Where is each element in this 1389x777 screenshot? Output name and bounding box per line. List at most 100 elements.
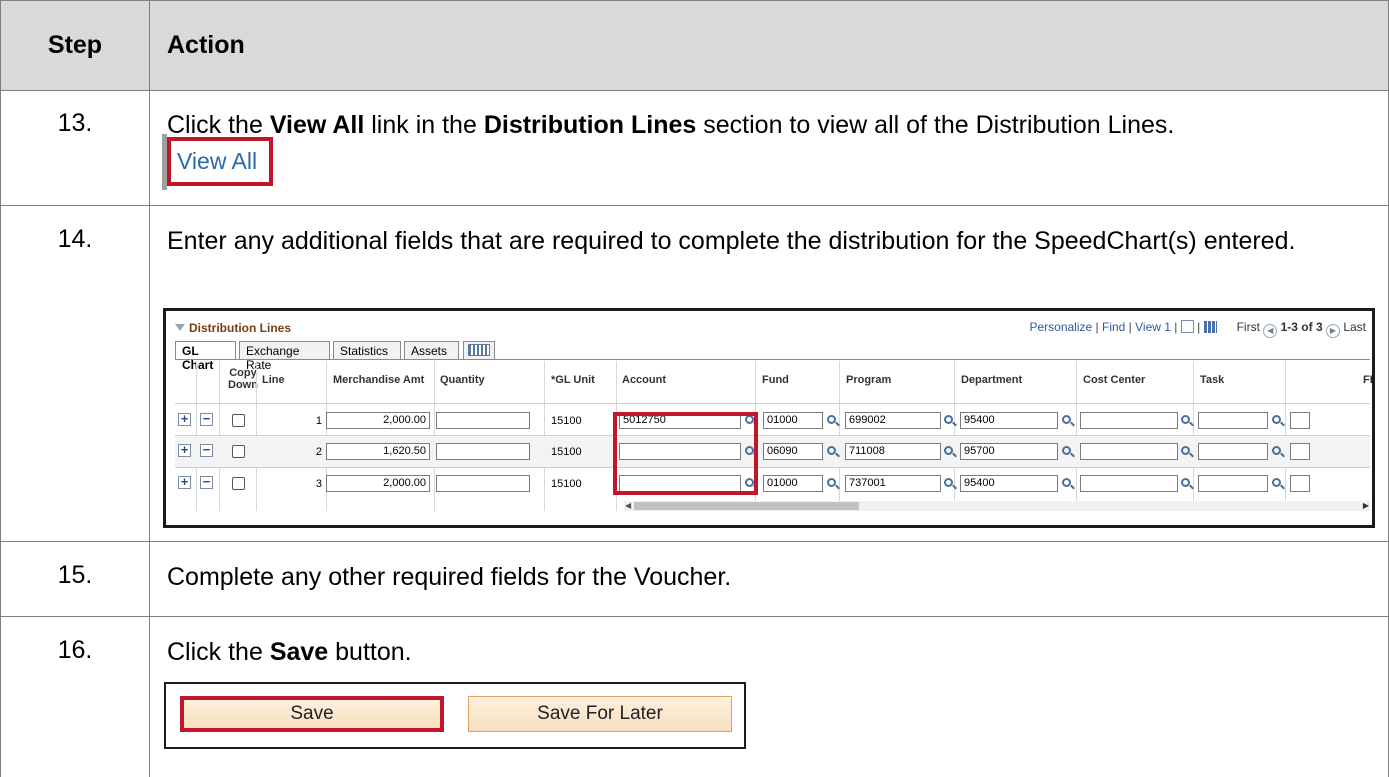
- new-window-icon[interactable]: [1180, 320, 1194, 333]
- department-lookup-icon[interactable]: [1062, 478, 1071, 487]
- scroll-left-icon[interactable]: ◀: [625, 501, 631, 510]
- program-lookup-icon[interactable]: [944, 446, 953, 455]
- account-column-highlight: [613, 412, 758, 495]
- scrollbar-thumb[interactable]: [634, 502, 859, 510]
- task-lookup-icon[interactable]: [1272, 415, 1281, 424]
- line-number: 3: [315, 478, 322, 490]
- cost-center-input[interactable]: [1080, 443, 1178, 460]
- find-link[interactable]: Find: [1102, 320, 1125, 334]
- step-instruction: Click the Save button.: [167, 636, 1374, 668]
- task-input[interactable]: [1198, 412, 1268, 429]
- save-for-later-button[interactable]: Save For Later: [468, 696, 732, 732]
- copy-down-checkbox[interactable]: [232, 414, 245, 427]
- quantity-input[interactable]: [436, 443, 530, 460]
- line-number: 1: [315, 415, 322, 427]
- save-button[interactable]: Save: [180, 696, 444, 732]
- view-all-link-highlight[interactable]: View All: [167, 137, 273, 186]
- instruction-bold: Distribution Lines: [483, 111, 697, 139]
- cost-center-lookup-icon[interactable]: [1181, 478, 1190, 487]
- header-text: Down: [228, 379, 258, 391]
- merchandise-amt-input[interactable]: 2,000.00: [326, 475, 430, 492]
- department-input[interactable]: 95400: [960, 412, 1058, 429]
- distribution-lines-title[interactable]: Distribution Lines: [175, 321, 291, 335]
- delete-row-icon[interactable]: −: [200, 475, 213, 489]
- download-grid-icon[interactable]: [1203, 321, 1217, 333]
- expand-columns-icon: [468, 344, 490, 356]
- show-all-columns-icon[interactable]: [463, 341, 495, 360]
- copy-down-checkbox[interactable]: [232, 477, 245, 490]
- program-input[interactable]: 699002: [845, 412, 941, 429]
- next-arrow-icon[interactable]: ▶: [1325, 324, 1340, 338]
- grid-navigation: Personalize | Find | View 1 | | First ◀ …: [1029, 320, 1366, 338]
- fi-input[interactable]: [1290, 443, 1310, 460]
- program-input[interactable]: 737001: [845, 475, 941, 492]
- tab-gl-chart[interactable]: GL Chart: [175, 341, 236, 372]
- fund-input[interactable]: 01000: [763, 412, 823, 429]
- instruction-text: Click the: [167, 111, 270, 139]
- view-1-link[interactable]: View 1: [1135, 320, 1171, 334]
- cost-center-input[interactable]: [1080, 475, 1178, 492]
- table-header: Step Action: [0, 0, 1389, 91]
- program-lookup-icon[interactable]: [944, 415, 953, 424]
- previous-arrow-icon[interactable]: ◀: [1263, 324, 1278, 338]
- fund-lookup-icon[interactable]: [827, 478, 836, 487]
- program-input[interactable]: 711008: [845, 443, 941, 460]
- distribution-lines-panel: Distribution Lines Personalize | Find | …: [163, 308, 1375, 528]
- department-lookup-icon[interactable]: [1062, 446, 1071, 455]
- merchandise-amt-input[interactable]: 2,000.00: [326, 412, 430, 429]
- tab-assets[interactable]: Assets: [404, 341, 459, 360]
- scroll-right-icon[interactable]: ▶: [1363, 501, 1369, 510]
- fund-input[interactable]: 01000: [763, 475, 823, 492]
- cost-center-lookup-icon[interactable]: [1181, 446, 1190, 455]
- quantity-input[interactable]: [436, 412, 530, 429]
- department-lookup-icon[interactable]: [1062, 415, 1071, 424]
- fi-input[interactable]: [1290, 475, 1310, 492]
- save-buttons-panel: Save Save For Later: [164, 682, 746, 749]
- last-label[interactable]: Last: [1343, 320, 1366, 334]
- program-lookup-icon[interactable]: [944, 478, 953, 487]
- task-input[interactable]: [1198, 475, 1268, 492]
- task-input[interactable]: [1198, 443, 1268, 460]
- task-lookup-icon[interactable]: [1272, 478, 1281, 487]
- cost-center-header: Cost Center: [1083, 374, 1146, 386]
- horizontal-scrollbar[interactable]: ◀ ▶: [624, 501, 1370, 511]
- personalize-link[interactable]: Personalize: [1029, 320, 1092, 334]
- step-number: 14.: [1, 206, 150, 541]
- step-number: 15.: [1, 542, 150, 616]
- task-lookup-icon[interactable]: [1272, 446, 1281, 455]
- instruction-text: link in the: [364, 111, 484, 139]
- tab-exchange-rate[interactable]: Exchange Rate: [239, 341, 330, 372]
- add-row-icon[interactable]: +: [178, 475, 191, 489]
- step-instruction: Click the View All link in the Distribut…: [167, 109, 1374, 141]
- divider: |: [1095, 320, 1099, 334]
- fi-input[interactable]: [1290, 412, 1310, 429]
- fund-lookup-icon[interactable]: [827, 446, 836, 455]
- program-header: Program: [846, 374, 892, 386]
- quantity-input[interactable]: [436, 475, 530, 492]
- add-row-icon[interactable]: +: [178, 412, 191, 426]
- action-column-header: Action: [167, 31, 245, 59]
- cost-center-lookup-icon[interactable]: [1181, 415, 1190, 424]
- fund-input[interactable]: 06090: [763, 443, 823, 460]
- delete-row-icon[interactable]: −: [200, 443, 213, 457]
- collapse-triangle-icon[interactable]: [175, 324, 185, 331]
- add-row-icon[interactable]: +: [178, 443, 191, 457]
- first-label[interactable]: First: [1237, 320, 1260, 334]
- header-text: Copy: [229, 367, 257, 379]
- copy-down-checkbox[interactable]: [232, 445, 245, 458]
- fund-lookup-icon[interactable]: [827, 415, 836, 424]
- fi-header: FI: [1363, 374, 1373, 386]
- account-header: Account: [622, 374, 666, 386]
- divider: |: [1174, 320, 1178, 334]
- department-input[interactable]: 95700: [960, 443, 1058, 460]
- cost-center-input[interactable]: [1080, 412, 1178, 429]
- view-all-link[interactable]: View All: [177, 148, 257, 175]
- task-header: Task: [1200, 374, 1225, 386]
- merchandise-amt-input[interactable]: 1,620.50: [326, 443, 430, 460]
- delete-row-icon[interactable]: −: [200, 412, 213, 426]
- tab-divider: [175, 359, 1370, 360]
- quantity-header: Quantity: [440, 374, 485, 386]
- tab-statistics[interactable]: Statistics: [333, 341, 401, 360]
- copy-down-header: Copy Down: [228, 367, 258, 391]
- department-input[interactable]: 95400: [960, 475, 1058, 492]
